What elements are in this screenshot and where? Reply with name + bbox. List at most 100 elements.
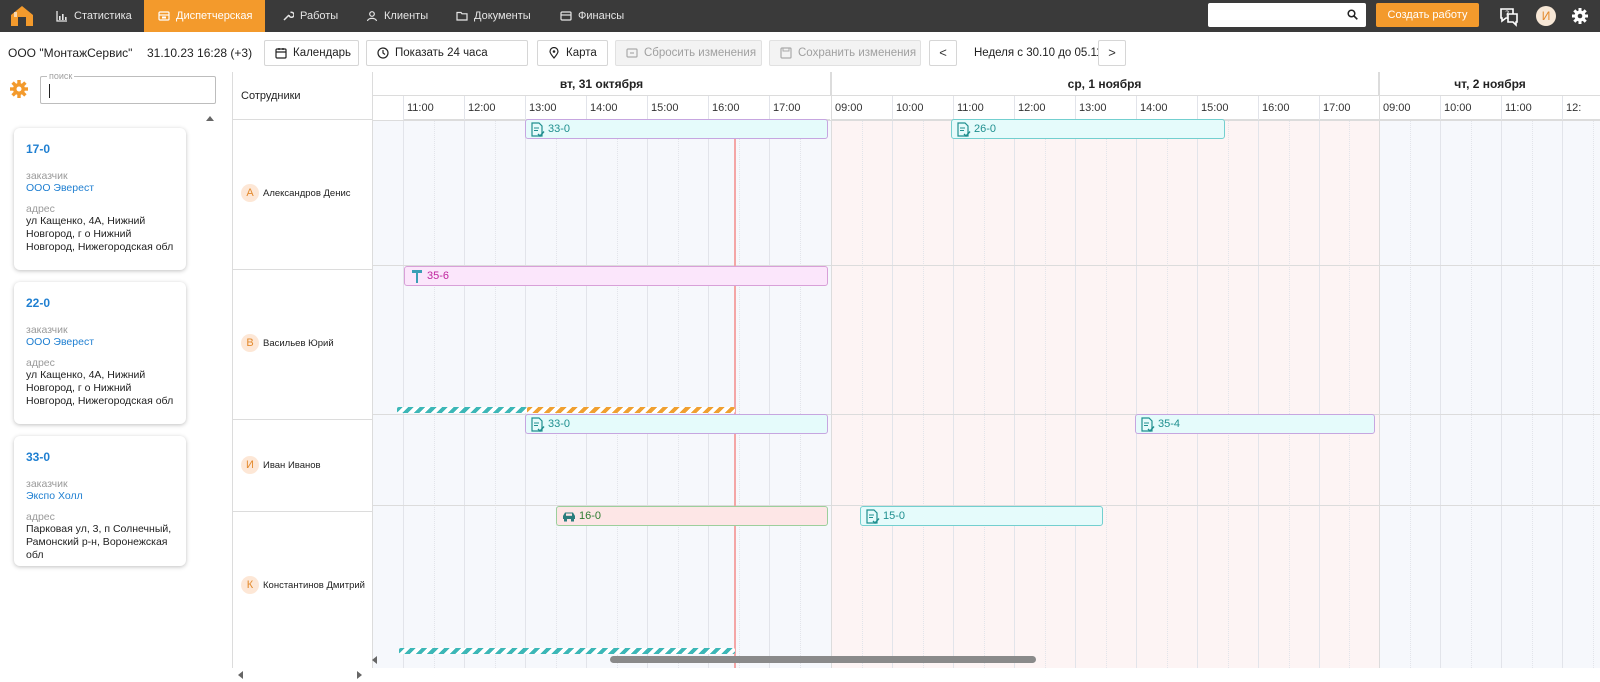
grid-line — [953, 96, 954, 668]
map-button[interactable]: Карта — [537, 40, 608, 66]
filter-settings-gear-icon[interactable] — [8, 78, 30, 100]
next-week-button[interactable]: > — [1098, 40, 1126, 66]
job-label: 33-0 — [548, 123, 571, 135]
nav-clients[interactable]: Клиенты — [352, 0, 442, 32]
toolbar: ООО "МонтажСервис" 31.10.23 16:28 (+3) К… — [0, 32, 1600, 72]
grid-line — [1258, 96, 1259, 668]
hour-label: 10:00 — [1440, 96, 1501, 120]
half-hour-line — [739, 120, 740, 668]
day-divider — [1379, 72, 1380, 668]
day-header: чт, 2 ноября — [1379, 72, 1600, 96]
calendar-button-label: Календарь — [293, 47, 352, 59]
employee-row[interactable]: К Константинов Дмитрий — [233, 512, 373, 668]
job-block[interactable]: 16-0 — [556, 506, 828, 526]
left-search-label: поиск — [47, 71, 75, 81]
hour-label: 15:00 — [1197, 96, 1258, 120]
nav-statistics[interactable]: Статистика — [42, 0, 144, 32]
job-card[interactable]: 17-0 заказчик ООО Эверест адрес ул Кащен… — [14, 128, 186, 270]
job-card[interactable]: 22-0 заказчик ООО Эверест адрес ул Кащен… — [14, 282, 186, 424]
half-hour-line — [678, 120, 679, 668]
left-search-input[interactable]: поиск — [40, 71, 216, 104]
search-icon[interactable] — [1347, 9, 1358, 20]
half-hour-line — [862, 120, 863, 668]
create-job-button[interactable]: Создать работу — [1376, 3, 1479, 27]
wallet-icon — [560, 11, 572, 21]
hour-label: 14:00 — [586, 96, 647, 120]
nav-jobs[interactable]: Работы — [268, 0, 352, 32]
show-24h-button[interactable]: Показать 24 часа — [366, 40, 528, 66]
job-block[interactable]: 33-0 — [525, 119, 828, 139]
work-stripe — [527, 407, 735, 413]
nav-finance[interactable]: Финансы — [546, 0, 646, 32]
half-hour-line — [1532, 120, 1533, 668]
schedule-grid: Сотрудники А Александров Денис В Василье… — [232, 72, 1600, 668]
grid-line — [464, 96, 465, 668]
job-label: 33-0 — [548, 418, 571, 430]
hour-label: 11:00 — [1501, 96, 1562, 120]
day-band — [831, 120, 1379, 668]
day-band — [373, 120, 831, 668]
job-card-id[interactable]: 22-0 — [26, 296, 174, 310]
hour-label: 09:00 — [831, 96, 892, 120]
job-card-id[interactable]: 17-0 — [26, 142, 174, 156]
address-label: адрес — [26, 511, 55, 523]
employees-column: Сотрудники А Александров Денис В Василье… — [233, 72, 373, 668]
unassigned-jobs-panel: поиск 17-0 заказчик ООО Эверест адрес ул… — [0, 71, 232, 682]
person-icon — [366, 11, 378, 22]
help-chat-icon[interactable]: ? — [1498, 5, 1520, 27]
scroll-right-arrow[interactable] — [357, 671, 362, 679]
customer-link[interactable]: ООО Эверест — [26, 336, 174, 349]
half-hour-line — [617, 120, 618, 668]
timeline-horizontal-scrollbar[interactable] — [372, 654, 1600, 666]
scroll-left-arrow[interactable] — [372, 656, 377, 664]
grid-line — [1197, 96, 1198, 668]
document-check-icon — [531, 122, 545, 137]
calendar-button[interactable]: Календарь — [264, 40, 359, 66]
clock-icon — [377, 47, 389, 59]
scroll-up-arrow[interactable] — [206, 116, 214, 121]
address-value: ул Кащенко, 4А, Нижний Новгород, г о Ниж… — [26, 215, 174, 253]
document-check-icon — [531, 417, 545, 432]
scroll-left-arrow[interactable] — [238, 671, 243, 679]
job-block[interactable]: 15-0 — [860, 506, 1103, 526]
prev-week-button[interactable]: < — [929, 40, 957, 66]
nav-jobs-label: Работы — [300, 10, 339, 22]
job-block[interactable]: 35-6 — [404, 266, 828, 286]
employee-avatar: А — [241, 184, 259, 202]
customer-link[interactable]: ООО Эверест — [26, 182, 174, 195]
nav-documents[interactable]: Документы — [442, 0, 546, 32]
job-block[interactable]: 35-4 — [1135, 414, 1375, 434]
hour-label: 11:00 — [953, 96, 1014, 120]
grid-line — [1440, 96, 1441, 668]
dispatch-icon — [158, 11, 170, 21]
employee-row[interactable]: И Иван Иванов — [233, 420, 373, 512]
current-time-line — [734, 120, 736, 668]
reset-changes-button[interactable]: Сбросить изменения — [615, 40, 762, 66]
employee-avatar: К — [241, 576, 259, 594]
half-hour-line — [1167, 120, 1168, 668]
nav-dispatch[interactable]: Диспетчерская — [144, 0, 265, 32]
job-block[interactable]: 33-0 — [525, 414, 828, 434]
half-hour-line — [1228, 120, 1229, 668]
save-changes-button[interactable]: Сохранить изменения — [769, 40, 921, 66]
job-card[interactable]: 33-0 заказчик Экспо Холл адрес Парковая … — [14, 436, 186, 566]
grid-line — [1562, 96, 1563, 668]
user-avatar[interactable]: И — [1536, 6, 1556, 26]
employee-row[interactable]: А Александров Денис — [233, 120, 373, 270]
scrollbar-thumb[interactable] — [610, 656, 1036, 663]
job-card-id[interactable]: 33-0 — [26, 450, 174, 464]
top-search-input[interactable] — [1208, 3, 1366, 27]
job-block[interactable]: 26-0 — [951, 119, 1225, 139]
grid-line — [1014, 96, 1015, 668]
settings-gear-icon[interactable] — [1570, 6, 1590, 26]
employee-avatar: В — [241, 334, 259, 352]
save-icon — [780, 47, 792, 59]
grid-line — [1136, 96, 1137, 668]
logo-icon[interactable] — [9, 4, 35, 28]
employee-row[interactable]: В Васильев Юрий — [233, 270, 373, 420]
text-caret — [49, 84, 50, 98]
employee-avatar: И — [241, 456, 259, 474]
employees-horizontal-scrollbar[interactable] — [238, 670, 362, 680]
customer-link[interactable]: Экспо Холл — [26, 490, 174, 503]
day-header: вт, 31 октября — [373, 72, 831, 96]
